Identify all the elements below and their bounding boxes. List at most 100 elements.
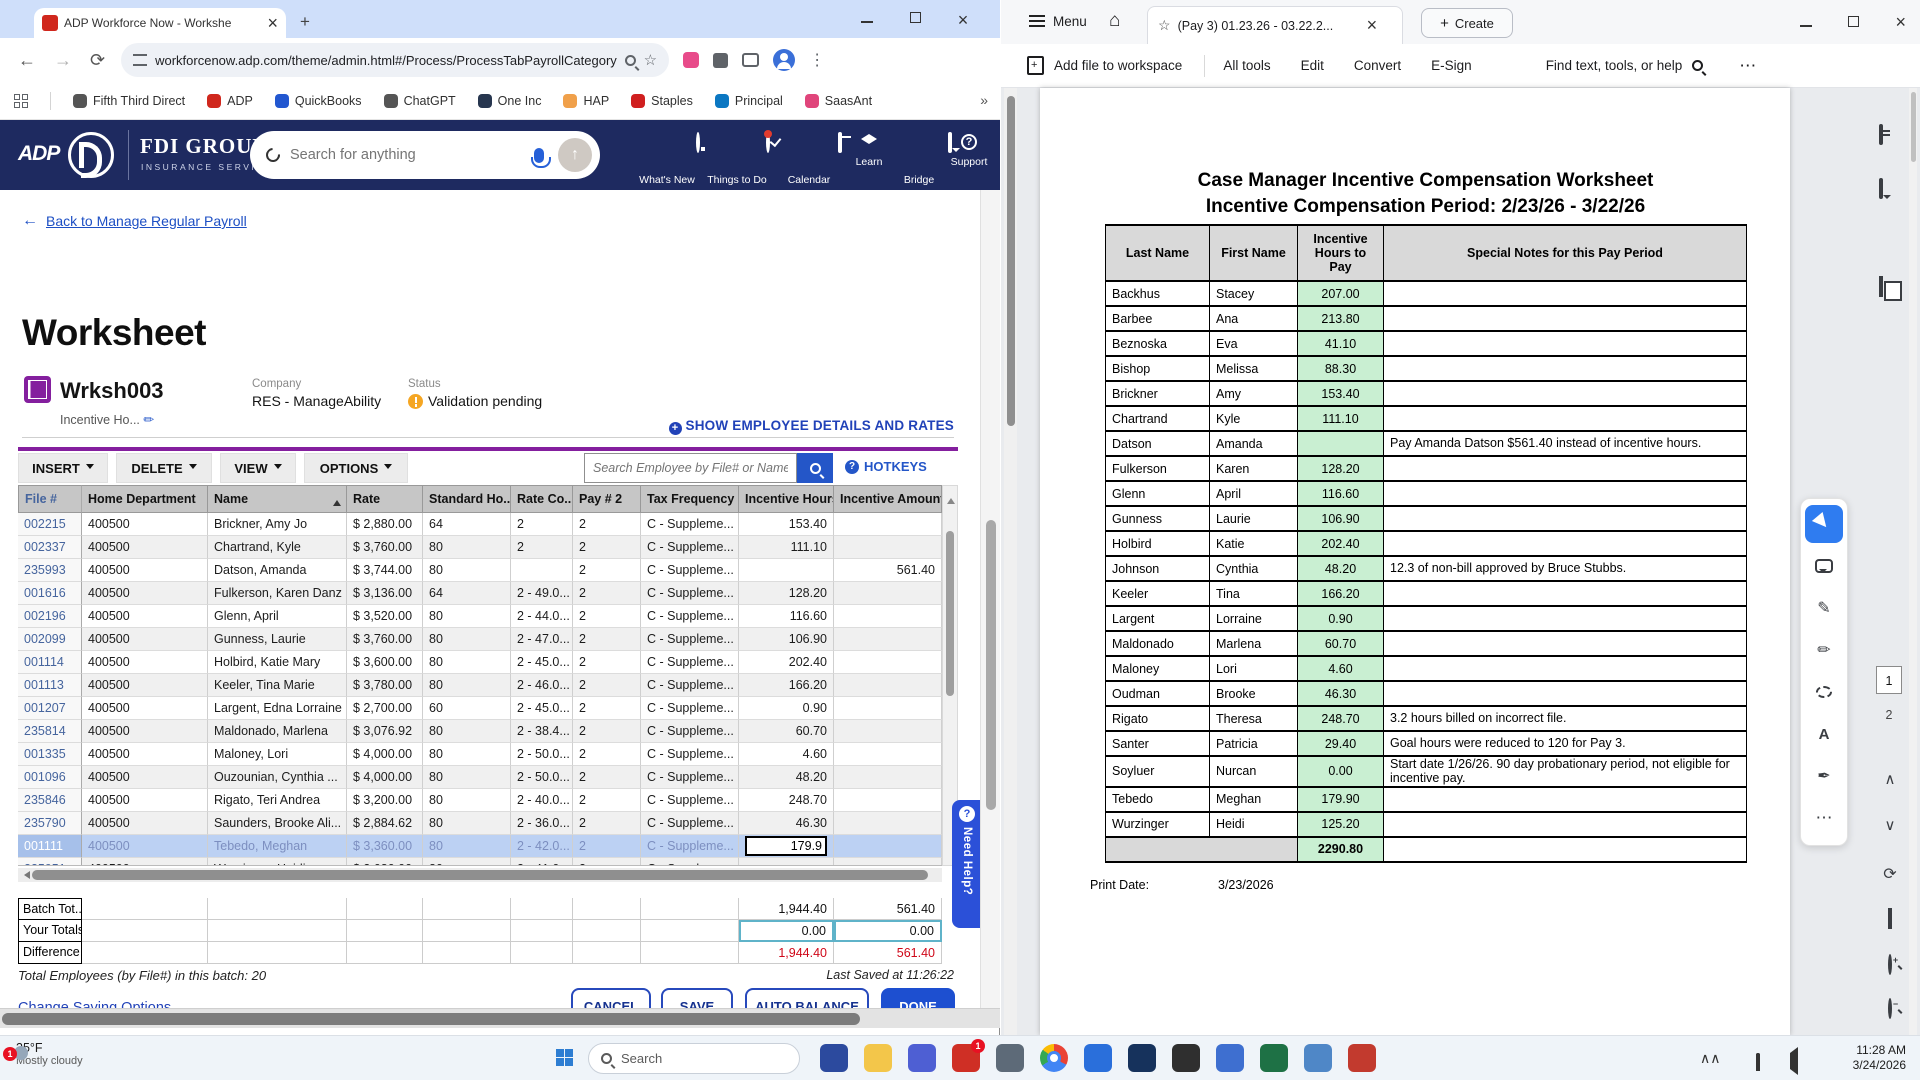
bookmark-item[interactable]: Staples (631, 93, 693, 108)
incentive-hours-cell[interactable]: 106.90 (739, 628, 834, 651)
rate-code-cell[interactable] (511, 559, 573, 582)
rate-code-cell[interactable]: 2 - 38.4... (511, 720, 573, 743)
bookmark-item[interactable]: SaasAnt (804, 93, 872, 108)
app-icon-10[interactable] (1216, 1044, 1244, 1072)
zoom-out-icon[interactable]: − (1880, 998, 1900, 1020)
tax-frequency-cell[interactable]: C - Suppleme... (641, 766, 739, 789)
table-row[interactable]: 001616 400500 Fulkerson, Karen Danz $ 3,136… (18, 582, 942, 605)
incentive-hours-cell[interactable]: 111.10 (739, 536, 834, 559)
table-row[interactable]: 002099 400500 Gunness, Laurie $ 3,760.00 80 2… (18, 628, 942, 651)
standard-hours-cell[interactable]: 80 (423, 835, 511, 858)
bookmark-item[interactable]: Principal (714, 93, 783, 108)
file-number-link[interactable]: 001111 (18, 835, 82, 858)
rate-cell[interactable]: $ 2,700.00 (347, 697, 423, 720)
pay2-cell[interactable]: 2 (573, 628, 641, 651)
bookmark-item[interactable]: HAP (563, 93, 609, 108)
table-row[interactable]: 001335 400500 Maloney, Lori $ 4,000.00 80 2 -… (18, 743, 942, 766)
standard-hours-cell[interactable]: 80 (423, 743, 511, 766)
page-thumbnails-icon[interactable] (1879, 276, 1901, 300)
name-cell[interactable]: Fulkerson, Karen Danz (208, 582, 347, 605)
file-number-link[interactable]: 002196 (18, 605, 82, 628)
nav-calendar[interactable]: Calendar (778, 132, 842, 186)
options-menu[interactable]: OPTIONS (304, 453, 408, 483)
comments-panel-icon[interactable] (1879, 178, 1901, 202)
home-icon[interactable] (1109, 10, 1120, 32)
add-text-tool[interactable] (1805, 715, 1843, 753)
incentive-hours-cell[interactable]: 46.30 (739, 812, 834, 835)
incentive-amount-cell[interactable] (834, 743, 942, 766)
file-number-link[interactable]: 001096 (18, 766, 82, 789)
search-submit-button[interactable] (558, 138, 592, 172)
rate-code-cell[interactable]: 2 - 49.0... (511, 582, 573, 605)
standard-hours-cell[interactable]: 80 (423, 766, 511, 789)
app-icon-4[interactable]: 1 (952, 1039, 985, 1072)
bookmark-item[interactable]: ADP (207, 93, 253, 108)
nav-whats-new[interactable]: What's New (636, 132, 700, 186)
clock[interactable]: 11:28 AM 3/24/2026 (1826, 1043, 1906, 1074)
zoom-in-icon[interactable]: + (1880, 954, 1900, 976)
rate-code-cell[interactable]: 2 - 36.0... (511, 812, 573, 835)
panel-scrollbar[interactable] (1909, 88, 1917, 1035)
standard-hours-cell[interactable]: 80 (423, 720, 511, 743)
table-row[interactable]: 002215 400500 Brickner, Amy Jo $ 2,880.00 64… (18, 513, 942, 536)
standard-hours-cell[interactable]: 80 (423, 789, 511, 812)
back-to-payroll-link[interactable]: Back to Manage Regular Payroll (22, 212, 247, 230)
rate-cell[interactable]: $ 2,880.00 (347, 513, 423, 536)
rate-cell[interactable]: $ 3,760.00 (347, 628, 423, 651)
browser-maximize-button[interactable] (900, 10, 930, 26)
rate-cell[interactable]: $ 3,200.00 (347, 789, 423, 812)
home-department-cell[interactable]: 400500 (82, 582, 208, 605)
incentive-amount-cell[interactable] (834, 766, 942, 789)
rate-cell[interactable]: $ 3,076.92 (347, 720, 423, 743)
extension-icon[interactable] (683, 52, 700, 68)
incentive-amount-cell[interactable] (834, 513, 942, 536)
name-cell[interactable]: Ouzounian, Cynthia ... (208, 766, 347, 789)
pay2-cell[interactable]: 2 (573, 720, 641, 743)
url-text[interactable]: workforcenow.adp.com/theme/admin.html#/P… (155, 53, 617, 68)
app-icon-7[interactable] (1084, 1044, 1112, 1072)
incentive-hours-cell[interactable]: 153.40 (739, 513, 834, 536)
file-number-link[interactable]: 002099 (18, 628, 82, 651)
hotkeys-link[interactable]: HOTKEYS (845, 459, 927, 474)
tax-frequency-cell[interactable]: C - Suppleme... (641, 789, 739, 812)
adp-search-input[interactable] (290, 147, 524, 163)
reload-icon[interactable]: ⟳ (90, 50, 105, 71)
incentive-amount-cell[interactable] (834, 536, 942, 559)
incentive-hours-cell[interactable]: 248.70 (739, 789, 834, 812)
rate-code-cell[interactable]: 2 - 44.0... (511, 605, 573, 628)
file-number-link[interactable]: 001335 (18, 743, 82, 766)
standard-hours-cell[interactable]: 80 (423, 812, 511, 835)
app-icon-8[interactable] (1128, 1044, 1156, 1072)
incentive-hours-cell[interactable] (739, 559, 834, 582)
apps-grid-icon[interactable] (14, 93, 28, 108)
forward-icon[interactable]: → (54, 50, 72, 71)
pay2-cell[interactable]: 2 (573, 858, 641, 865)
pay2-cell[interactable]: 2 (573, 605, 641, 628)
standard-hours-cell[interactable]: 80 (423, 605, 511, 628)
app-icon-2[interactable] (864, 1044, 892, 1072)
collapse-down-icon[interactable] (1880, 816, 1900, 836)
highlight-tool[interactable] (1805, 589, 1843, 627)
fit-page-icon[interactable] (1880, 908, 1900, 930)
add-file-label[interactable]: Add file to workspace (1054, 58, 1182, 73)
tax-frequency-cell[interactable]: C - Suppleme... (641, 812, 739, 835)
extensions-puzzle-icon[interactable] (713, 52, 729, 68)
tax-frequency-cell[interactable]: C - Suppleme... (641, 628, 739, 651)
tax-frequency-cell[interactable]: C - Suppl... (641, 858, 739, 865)
select-tool[interactable] (1805, 505, 1843, 543)
home-department-cell[interactable]: 400500 (82, 605, 208, 628)
home-department-cell[interactable]: 400500 (82, 674, 208, 697)
standard-hours-cell[interactable]: 80 (423, 536, 511, 559)
column-header[interactable]: Rate Co... (511, 485, 573, 513)
name-cell[interactable]: Brickner, Amy Jo (208, 513, 347, 536)
bookmark-item[interactable]: QuickBooks (274, 93, 362, 108)
bookmark-item[interactable]: ChatGPT (383, 93, 456, 108)
tax-frequency-cell[interactable]: C - Suppleme... (641, 697, 739, 720)
rate-cell[interactable]: $ 4,000.00 (347, 743, 423, 766)
table-row[interactable]: 235846 400500 Rigato, Teri Andrea $ 3,200.0… (18, 789, 942, 812)
tax-frequency-cell[interactable]: C - Suppleme... (641, 536, 739, 559)
file-number-link[interactable]: 235951 (18, 858, 82, 865)
column-header[interactable]: Pay # 2 (573, 485, 641, 513)
file-number-link[interactable]: 002215 (18, 513, 82, 536)
current-page-input[interactable]: 1 (1876, 666, 1902, 694)
